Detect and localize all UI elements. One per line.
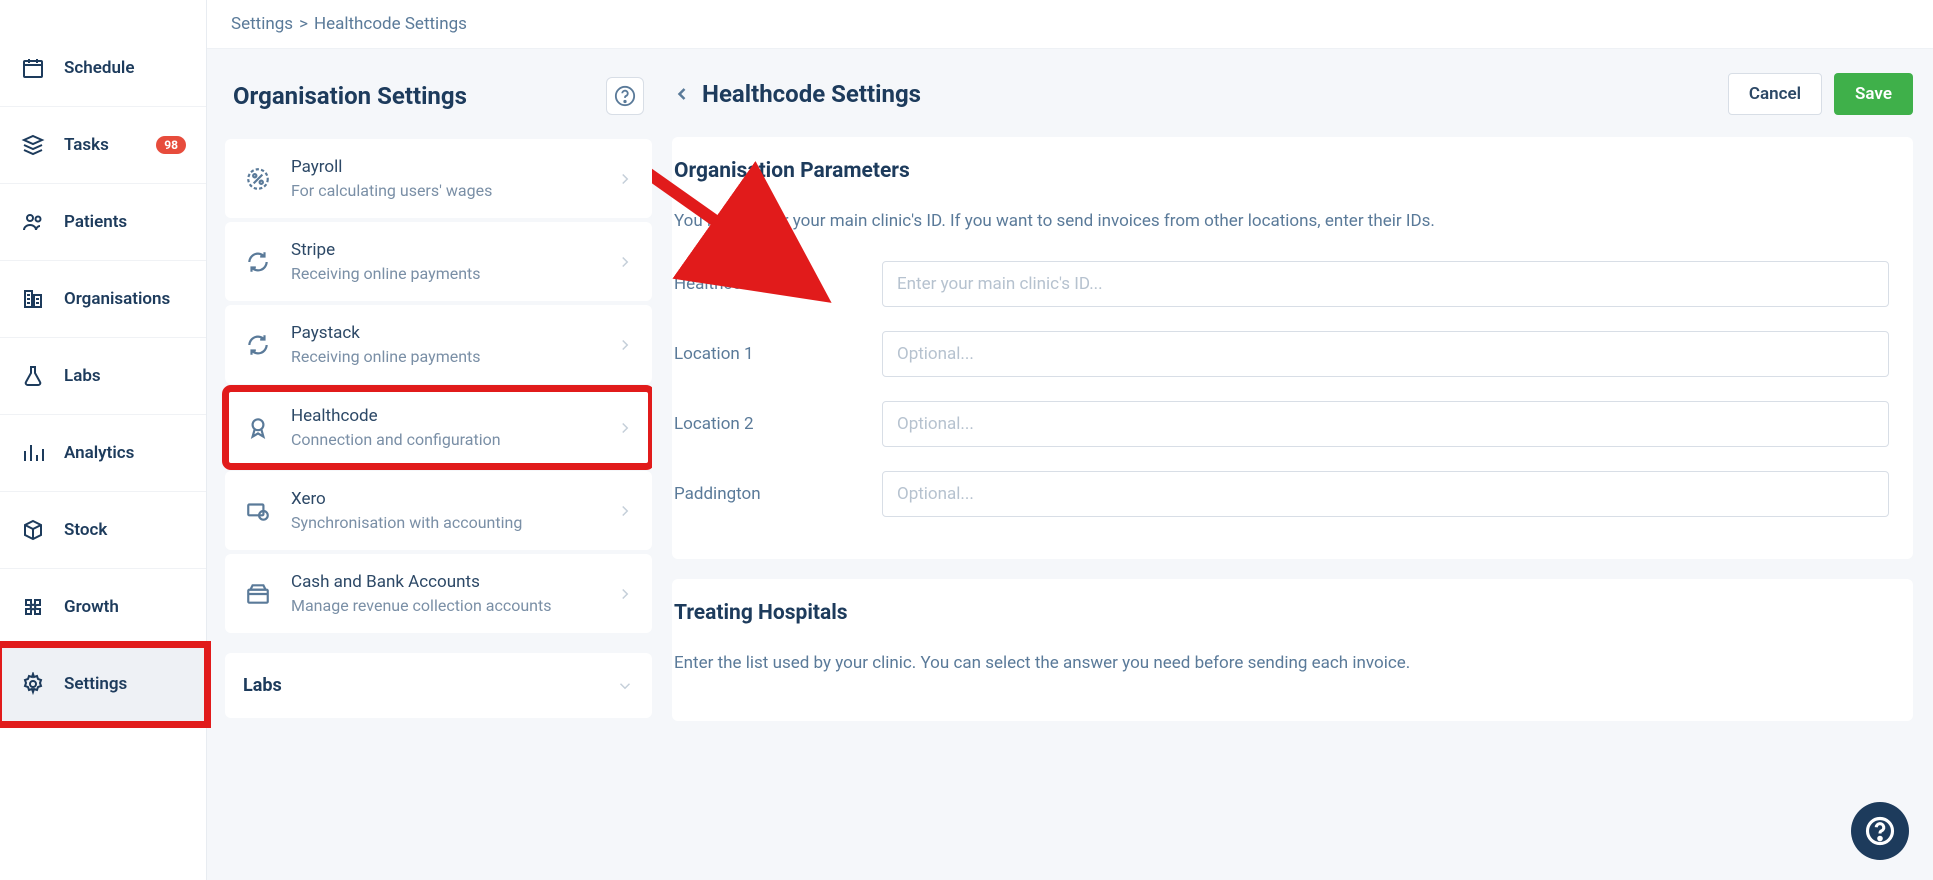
card-title: Healthcode — [291, 406, 616, 426]
settings-card-stripe[interactable]: Stripe Receiving online payments — [225, 222, 652, 301]
sidebar-item-organisations[interactable]: Organisations — [0, 261, 206, 338]
section-labs[interactable]: Labs — [225, 653, 652, 718]
gear-icon — [20, 671, 46, 697]
help-button[interactable] — [606, 77, 644, 115]
people-icon — [20, 209, 46, 235]
field-label: Location 1 — [674, 344, 882, 364]
sidebar-item-label: Settings — [64, 674, 127, 694]
page-title: Healthcode Settings — [702, 80, 921, 108]
card-subtitle: For calculating users' wages — [291, 181, 616, 200]
main: Settings > Healthcode Settings Organisat… — [207, 0, 1933, 880]
badge-icon — [243, 413, 273, 443]
settings-detail-column: Healthcode Settings Cancel Save Organisa… — [652, 49, 1933, 880]
card-title: Xero — [291, 489, 616, 509]
settings-card-xero[interactable]: Xero Synchronisation with accounting — [225, 471, 652, 550]
breadcrumb-sep: > — [299, 14, 308, 34]
field-label: Location 2 — [674, 414, 882, 434]
panel-hint: Enter the list used by your clinic. You … — [674, 653, 1889, 673]
wallet-icon — [243, 579, 273, 609]
puzzle-icon — [20, 594, 46, 620]
sidebar-item-settings[interactable]: Settings — [0, 646, 206, 723]
org-settings-title: Organisation Settings — [233, 82, 467, 110]
settings-card-paystack[interactable]: Paystack Receiving online payments — [225, 305, 652, 384]
percent-icon — [243, 164, 273, 194]
breadcrumb-current: Healthcode Settings — [314, 14, 467, 34]
card-title: Payroll — [291, 157, 616, 177]
sync-icon — [243, 496, 273, 526]
panel-hint: You must enter your main clinic's ID. If… — [674, 211, 1889, 231]
chevron-right-icon — [616, 170, 634, 188]
sidebar-item-labs[interactable]: Labs — [0, 338, 206, 415]
sidebar-item-label: Growth — [64, 597, 119, 617]
tasks-badge: 98 — [156, 136, 186, 154]
settings-card-cash-bank[interactable]: Cash and Bank Accounts Manage revenue co… — [225, 554, 652, 633]
chevron-right-icon — [616, 585, 634, 603]
sidebar-item-analytics[interactable]: Analytics — [0, 415, 206, 492]
stack-icon — [20, 132, 46, 158]
flask-icon — [20, 363, 46, 389]
card-subtitle: Receiving online payments — [291, 347, 616, 366]
sidebar-item-label: Analytics — [64, 443, 134, 463]
chevron-down-icon — [616, 677, 634, 695]
chevron-right-icon — [616, 419, 634, 437]
sidebar-item-patients[interactable]: Patients — [0, 184, 206, 261]
building-icon — [20, 286, 46, 312]
sidebar-item-label: Tasks — [64, 135, 109, 155]
card-subtitle: Receiving online payments — [291, 264, 616, 283]
field-label: Paddington — [674, 484, 882, 504]
location-1-input[interactable] — [882, 331, 1889, 377]
sidebar-item-schedule[interactable]: Schedule — [0, 30, 206, 107]
breadcrumb: Settings > Healthcode Settings — [207, 0, 1933, 49]
box-icon — [20, 517, 46, 543]
sidebar-item-stock[interactable]: Stock — [0, 492, 206, 569]
location-2-input[interactable] — [882, 401, 1889, 447]
breadcrumb-root[interactable]: Settings — [231, 14, 293, 34]
chevron-right-icon — [616, 253, 634, 271]
calendar-icon — [20, 55, 46, 81]
back-button[interactable] — [672, 84, 692, 104]
panel-organisation-parameters: Organisation Parameters You must enter y… — [672, 137, 1913, 559]
section-labs-label: Labs — [243, 675, 282, 696]
help-fab[interactable] — [1851, 802, 1909, 860]
sidebar-item-label: Patients — [64, 212, 127, 232]
card-title: Paystack — [291, 323, 616, 343]
settings-card-payroll[interactable]: Payroll For calculating users' wages — [225, 139, 652, 218]
sidebar-item-label: Labs — [64, 366, 101, 386]
chevron-right-icon — [616, 336, 634, 354]
settings-list-column: Organisation Settings Payroll For calcul… — [207, 49, 652, 880]
card-title: Cash and Bank Accounts — [291, 572, 616, 592]
sidebar-item-label: Schedule — [64, 58, 135, 78]
card-subtitle: Manage revenue collection accounts — [291, 596, 616, 615]
bar-chart-icon — [20, 440, 46, 466]
sidebar-item-tasks[interactable]: Tasks 98 — [0, 107, 206, 184]
cancel-button[interactable]: Cancel — [1728, 73, 1822, 115]
sidebar-item-label: Stock — [64, 520, 107, 540]
settings-card-healthcode[interactable]: Healthcode Connection and configuration — [225, 388, 652, 467]
card-subtitle: Connection and configuration — [291, 430, 616, 449]
healthcode-id-input[interactable] — [882, 261, 1889, 307]
sidebar-item-growth[interactable]: Growth — [0, 569, 206, 646]
panel-heading: Treating Hospitals — [672, 579, 1913, 633]
field-label: Healthcode ID — [674, 274, 882, 294]
panel-heading: Organisation Parameters — [672, 137, 1913, 191]
save-button[interactable]: Save — [1834, 73, 1913, 115]
chevron-right-icon — [616, 502, 634, 520]
sidebar: Schedule Tasks 98 Patients Organisations — [0, 0, 207, 880]
paddington-input[interactable] — [882, 471, 1889, 517]
refresh-icon — [243, 330, 273, 360]
card-subtitle: Synchronisation with accounting — [291, 513, 616, 532]
sidebar-item-label: Organisations — [64, 289, 170, 309]
card-title: Stripe — [291, 240, 616, 260]
refresh-icon — [243, 247, 273, 277]
panel-treating-hospitals: Treating Hospitals Enter the list used b… — [672, 579, 1913, 721]
